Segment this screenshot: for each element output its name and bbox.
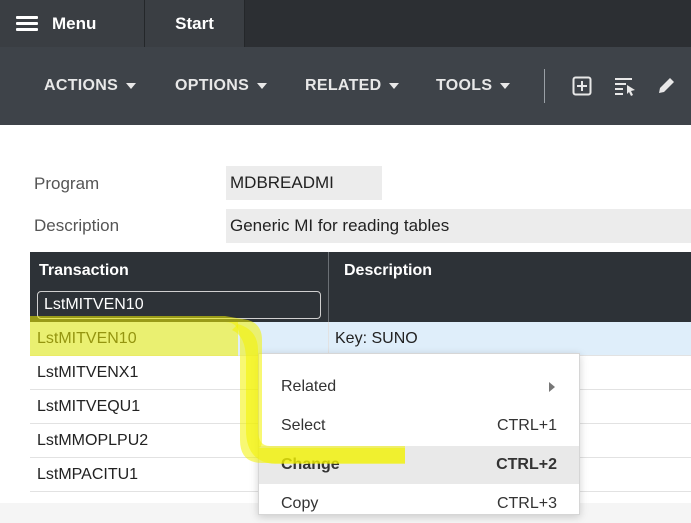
options-label: OPTIONS	[175, 77, 250, 94]
context-menu-item-related[interactable]: Related	[259, 368, 579, 406]
chevron-down-icon	[389, 83, 400, 89]
chevron-down-icon	[126, 83, 137, 89]
table-row[interactable]: LstMITVEN10 Key: SUNO	[30, 322, 691, 356]
related-label: RELATED	[305, 77, 382, 94]
toolbar-divider	[544, 69, 545, 103]
program-field[interactable]: MDBREADMI	[226, 166, 382, 200]
column-divider	[328, 252, 329, 322]
description-field[interactable]: Generic MI for reading tables	[226, 209, 691, 243]
transaction-cell: LstMPACITU1	[37, 466, 139, 483]
transaction-cell: LstMMOPLPU2	[37, 432, 149, 449]
menu-item-label: Related	[281, 378, 337, 395]
actions-menu[interactable]: ACTIONS	[44, 47, 137, 125]
chevron-down-icon	[257, 83, 268, 89]
top-tab-bar: Menu Start	[0, 0, 691, 47]
cell-divider	[328, 322, 329, 356]
transaction-cell: LstMITVEQU1	[37, 398, 141, 415]
options-menu[interactable]: OPTIONS	[175, 47, 268, 125]
select-list-icon[interactable]	[614, 47, 636, 125]
program-label: Program	[34, 174, 100, 193]
actions-label: ACTIONS	[44, 77, 119, 94]
context-menu: Related Select CTRL+1 Change CTRL+2 Copy…	[258, 353, 580, 515]
add-icon[interactable]	[572, 47, 592, 125]
context-menu-item-change[interactable]: Change CTRL+2	[259, 446, 579, 484]
related-menu[interactable]: RELATED	[305, 47, 400, 125]
description-cell: Key: SUNO	[335, 330, 418, 347]
description-label: Description	[34, 216, 120, 235]
column-header-transaction[interactable]: Transaction	[39, 262, 129, 280]
edit-pencil-icon[interactable]	[656, 47, 676, 125]
tools-label: TOOLS	[436, 77, 493, 94]
chevron-down-icon	[500, 83, 511, 89]
toolbar: ACTIONS OPTIONS RELATED TOOLS	[0, 47, 691, 125]
submenu-arrow-icon	[549, 382, 555, 392]
transaction-filter-input[interactable]	[37, 291, 321, 319]
menu-label: Menu	[52, 13, 97, 33]
menu-item-label: Change	[281, 456, 340, 473]
menu-item-label: Select	[281, 417, 326, 434]
hamburger-icon	[16, 15, 38, 32]
menu-item-shortcut: CTRL+3	[496, 495, 557, 512]
context-menu-item-select[interactable]: Select CTRL+1	[259, 407, 579, 445]
tab-start[interactable]: Start	[145, 0, 245, 47]
menu-button[interactable]: Menu	[0, 0, 145, 47]
transaction-cell: LstMITVENX1	[37, 364, 139, 381]
menu-item-label: Copy	[281, 495, 319, 512]
context-menu-item-copy[interactable]: Copy CTRL+3	[259, 485, 579, 523]
transaction-cell: LstMITVEN10	[37, 330, 137, 347]
start-label: Start	[175, 13, 214, 33]
menu-item-shortcut: CTRL+1	[496, 417, 557, 434]
tools-menu[interactable]: TOOLS	[436, 47, 511, 125]
grid-header: Transaction Description	[30, 252, 691, 322]
column-header-description[interactable]: Description	[344, 262, 432, 280]
menu-item-shortcut: CTRL+2	[496, 456, 557, 473]
